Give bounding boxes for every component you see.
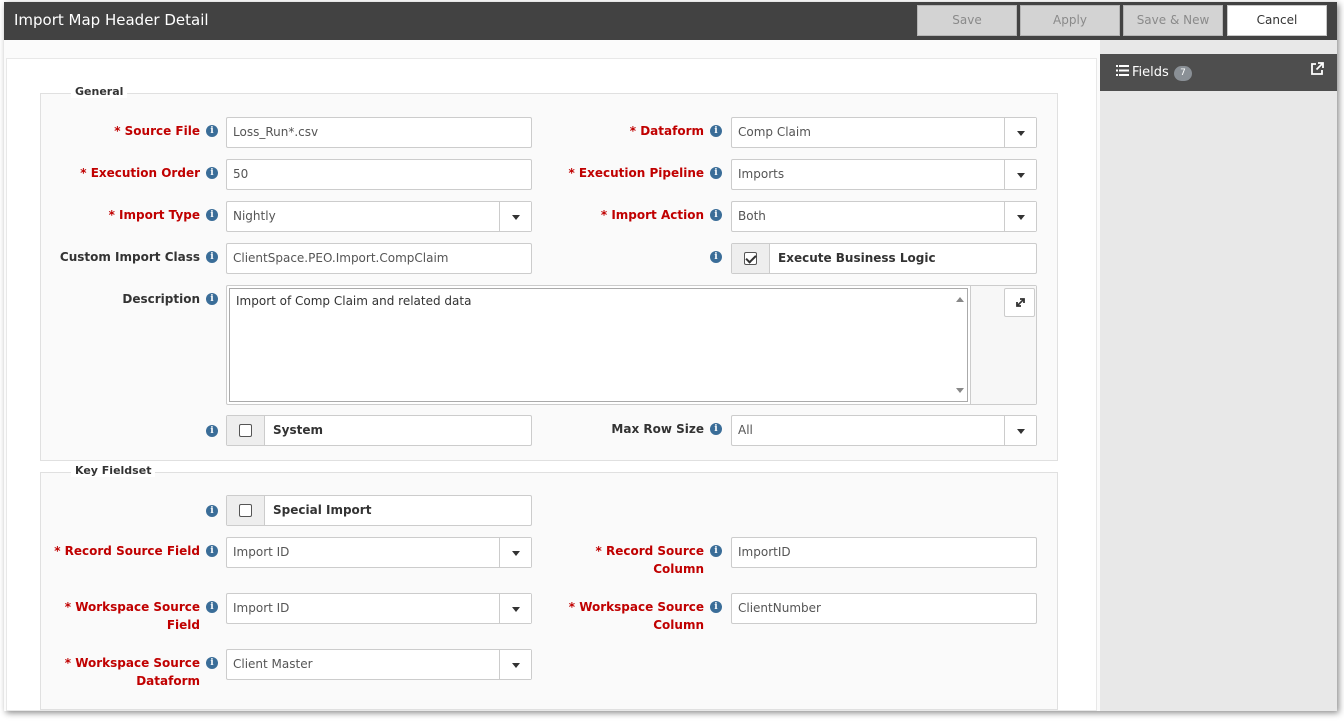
checkbox-box[interactable] — [239, 504, 252, 517]
import-type-label: * Import Type — [108, 208, 200, 222]
dataform-select[interactable]: Comp Claim — [731, 117, 1037, 148]
workspace-source-dataform-label: * Workspace Source Dataform — [64, 656, 200, 688]
fields-label: Fields — [1132, 65, 1169, 80]
fields-count-badge: 7 — [1174, 66, 1192, 81]
chevron-down-icon[interactable] — [499, 594, 531, 623]
import-action-value: Both — [738, 209, 766, 223]
description-textarea[interactable]: Import of Comp Claim and related data — [229, 288, 968, 402]
execution-order-input[interactable]: 50 — [226, 159, 532, 190]
import-type-value: Nightly — [233, 209, 276, 223]
scroll-up-icon[interactable] — [956, 297, 964, 302]
workspace-source-column-label: * Workspace Source Column — [568, 600, 704, 632]
system-label: System — [273, 423, 323, 437]
special-import-checkbox[interactable]: Special Import — [226, 495, 532, 526]
record-source-field-select[interactable]: Import ID — [226, 537, 532, 568]
chevron-down-icon[interactable] — [1004, 160, 1036, 189]
description-field: Import of Comp Claim and related data — [226, 285, 1037, 405]
save-new-button[interactable]: Save & New — [1123, 5, 1223, 36]
chevron-down-icon[interactable] — [1004, 118, 1036, 147]
workspace-source-field-label: * Workspace Source Field — [64, 600, 200, 632]
checkbox-addon — [732, 244, 770, 273]
record-source-field-value: Import ID — [233, 545, 290, 559]
custom-import-class-label: Custom Import Class — [59, 250, 200, 264]
source-file-label: * Source File — [114, 124, 200, 138]
info-icon[interactable]: i — [206, 167, 218, 179]
list-icon — [1116, 65, 1129, 76]
record-source-column-input[interactable]: ImportID — [731, 537, 1037, 568]
info-icon[interactable]: i — [206, 209, 218, 221]
dataform-value: Comp Claim — [738, 125, 811, 139]
source-file-input[interactable]: Loss_Run*.csv — [226, 117, 532, 148]
window-title: Import Map Header Detail — [14, 11, 209, 29]
chevron-down-icon[interactable] — [1004, 416, 1036, 445]
import-action-select[interactable]: Both — [731, 201, 1037, 232]
chevron-down-icon[interactable] — [1004, 202, 1036, 231]
info-icon[interactable]: i — [206, 251, 218, 263]
info-icon[interactable]: i — [206, 125, 218, 137]
execution-order-label: * Execution Order — [80, 166, 200, 180]
execution-pipeline-label: * Execution Pipeline — [568, 166, 704, 180]
info-icon[interactable]: i — [206, 545, 218, 557]
info-icon[interactable]: i — [710, 167, 722, 179]
description-label: Description — [122, 292, 200, 306]
execution-pipeline-select[interactable]: Imports — [731, 159, 1037, 190]
workspace-source-dataform-value: Client Master — [233, 657, 313, 671]
save-button[interactable]: Save — [917, 5, 1017, 36]
record-source-field-label: * Record Source Field — [54, 544, 200, 558]
fields-side-panel: Fields 7 — [1100, 40, 1337, 711]
execute-business-logic-checkbox[interactable]: Execute Business Logic — [731, 243, 1037, 274]
checkbox-addon — [227, 416, 265, 445]
apply-button[interactable]: Apply — [1020, 5, 1120, 36]
chevron-down-icon[interactable] — [499, 538, 531, 567]
expand-button[interactable] — [1004, 288, 1035, 317]
max-row-size-value: All — [738, 423, 753, 437]
execution-pipeline-value: Imports — [738, 167, 785, 181]
key-fieldset-legend: Key Fieldset — [71, 464, 156, 477]
expand-icon — [1016, 298, 1025, 307]
checkbox-addon — [227, 496, 265, 525]
system-checkbox[interactable]: System — [226, 415, 532, 446]
workspace-source-column-input[interactable]: ClientNumber — [731, 593, 1037, 624]
chevron-down-icon[interactable] — [499, 202, 531, 231]
fields-header[interactable]: Fields 7 — [1100, 54, 1337, 91]
workspace-source-field-select[interactable]: Import ID — [226, 593, 532, 624]
execute-business-logic-label: Execute Business Logic — [778, 251, 936, 265]
custom-import-class-input[interactable]: ClientSpace.PEO.Import.CompClaim — [226, 243, 532, 274]
info-icon[interactable]: i — [206, 505, 218, 517]
import-map-window: Import Map Header Detail Save Apply Save… — [4, 2, 1337, 711]
title-bar: Import Map Header Detail Save Apply Save… — [4, 2, 1337, 40]
description-text: Import of Comp Claim and related data — [236, 294, 472, 308]
chevron-down-icon[interactable] — [499, 650, 531, 679]
workspace-source-dataform-select[interactable]: Client Master — [226, 649, 532, 680]
info-icon[interactable]: i — [710, 423, 722, 435]
info-icon[interactable]: i — [206, 657, 218, 669]
info-icon[interactable]: i — [710, 601, 722, 613]
record-source-column-label: * Record Source Column — [595, 544, 704, 576]
import-type-select[interactable]: Nightly — [226, 201, 532, 232]
scroll-down-icon[interactable] — [956, 388, 964, 393]
max-row-size-label: Max Row Size — [611, 422, 704, 436]
textarea-side — [970, 286, 1036, 404]
info-icon[interactable]: i — [710, 125, 722, 137]
import-action-label: * Import Action — [600, 208, 704, 222]
dataform-label: * Dataform — [629, 124, 704, 138]
info-icon[interactable]: i — [710, 251, 722, 263]
info-icon[interactable]: i — [206, 293, 218, 305]
general-legend: General — [71, 85, 128, 98]
check-icon[interactable] — [744, 252, 757, 265]
cancel-button[interactable]: Cancel — [1227, 5, 1327, 36]
info-icon[interactable]: i — [206, 601, 218, 613]
popout-icon[interactable] — [1310, 62, 1324, 76]
general-fieldset — [40, 93, 1058, 461]
max-row-size-select[interactable]: All — [731, 415, 1037, 446]
info-icon[interactable]: i — [206, 425, 218, 437]
info-icon[interactable]: i — [710, 545, 722, 557]
workspace-source-field-value: Import ID — [233, 601, 290, 615]
special-import-label: Special Import — [273, 503, 372, 517]
checkbox-box[interactable] — [239, 424, 252, 437]
info-icon[interactable]: i — [710, 209, 722, 221]
